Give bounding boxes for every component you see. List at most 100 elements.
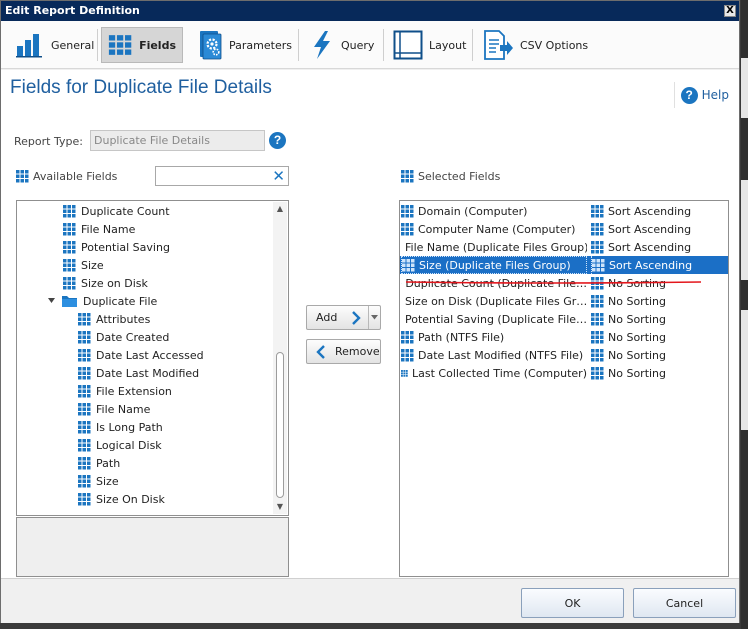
help-button[interactable]: ? Help xyxy=(673,82,729,108)
sort-order-cell[interactable]: No Sorting xyxy=(591,364,727,382)
selected-field-row[interactable]: Date Last Modified (NTFS File) No Sorting xyxy=(400,346,728,364)
available-fields-search-input[interactable]: ✕ xyxy=(155,166,289,186)
tree-item[interactable]: Path xyxy=(78,454,120,472)
tree-folder[interactable]: Duplicate File xyxy=(48,292,157,310)
chevron-left-icon xyxy=(316,344,325,359)
ok-button[interactable]: OK xyxy=(521,588,624,618)
scroll-up-arrow-icon[interactable]: ▲ xyxy=(273,202,287,216)
add-button[interactable]: Add xyxy=(306,305,381,330)
field-grid-icon xyxy=(591,204,604,217)
field-grid-icon xyxy=(63,258,76,271)
selected-field-row[interactable]: Computer Name (Computer) Sort Ascending xyxy=(400,220,728,238)
scroll-down-arrow-icon[interactable]: ▼ xyxy=(273,500,287,514)
field-grid-icon xyxy=(591,222,604,235)
sort-order-cell[interactable]: Sort Ascending xyxy=(591,220,727,238)
field-grid-icon xyxy=(78,384,91,397)
dialog-footer: OK Cancel xyxy=(1,578,739,623)
collapse-arrow-icon[interactable] xyxy=(48,297,56,305)
field-grid-icon xyxy=(401,204,414,217)
scrollbar-thumb[interactable] xyxy=(276,352,284,498)
sort-order-cell[interactable]: No Sorting xyxy=(591,292,727,310)
add-dropdown-arrow-icon[interactable] xyxy=(368,306,380,329)
grid-icon xyxy=(108,35,132,55)
field-grid-icon xyxy=(78,474,91,487)
available-fields-tree[interactable]: Duplicate Count File Name Potential Saving… xyxy=(16,200,289,516)
fields-panel: Fields for Duplicate File Details ? Help… xyxy=(1,70,739,578)
tree-item[interactable]: Duplicate Count xyxy=(63,202,170,220)
tab-query[interactable]: Query xyxy=(303,27,380,63)
sort-order-cell[interactable]: Sort Ascending xyxy=(591,202,727,220)
selected-field-name: Last Collected Time (Computer) xyxy=(412,366,587,380)
tree-item[interactable]: Size On Disk xyxy=(78,490,165,508)
tab-general[interactable]: General xyxy=(9,27,100,63)
selected-field-row[interactable]: Potential Saving (Duplicate File… No Sort… xyxy=(400,310,728,328)
tree-item[interactable]: Date Created xyxy=(78,328,169,346)
selected-field-cell: File Name (Duplicate Files Group) xyxy=(401,238,587,256)
selected-field-row[interactable]: Size on Disk (Duplicate Files Gr… No Sort… xyxy=(400,292,728,310)
field-description-box xyxy=(16,517,289,577)
field-grid-icon xyxy=(63,240,76,253)
tree-item[interactable]: Potential Saving xyxy=(63,238,170,256)
tab-fields[interactable]: Fields xyxy=(101,27,183,63)
selected-field-cell: Last Collected Time (Computer) xyxy=(401,364,587,382)
page-title: Fields for Duplicate File Details xyxy=(10,77,272,98)
close-button[interactable]: X xyxy=(724,5,736,17)
tree-item-label: Size xyxy=(96,474,119,488)
tree-item-label: Size xyxy=(81,258,104,272)
tree-item[interactable]: Logical Disk xyxy=(78,436,162,454)
selected-field-cell: Computer Name (Computer) xyxy=(401,220,587,238)
sort-order-cell[interactable]: No Sorting xyxy=(591,310,727,328)
tree-item[interactable]: Date Last Modified xyxy=(78,364,199,382)
tree-item[interactable]: Attributes xyxy=(78,310,150,328)
folder-icon xyxy=(62,296,77,307)
tab-parameters[interactable]: Parameters xyxy=(191,27,298,63)
cancel-button[interactable]: Cancel xyxy=(633,588,736,618)
selected-field-row[interactable]: Size (Duplicate Files Group) Sort Ascendi… xyxy=(400,256,728,274)
report-type-help-icon[interactable]: ? xyxy=(269,132,286,149)
selected-fields-list[interactable]: Domain (Computer) Sort Ascending Computer … xyxy=(399,200,729,577)
tab-fields-label: Fields xyxy=(139,38,176,52)
tab-csv-options[interactable]: CSV Options xyxy=(476,27,594,63)
ribbon-separator xyxy=(472,29,473,61)
selected-field-row[interactable]: File Name (Duplicate Files Group) Sort As… xyxy=(400,238,728,256)
selected-field-row[interactable]: Last Collected Time (Computer) No Sorting xyxy=(400,364,728,382)
tab-layout-label: Layout xyxy=(429,38,467,52)
available-fields-label: Available Fields xyxy=(33,170,118,183)
selected-field-row[interactable]: Path (NTFS File) No Sorting xyxy=(400,328,728,346)
selected-field-cell: Date Last Modified (NTFS File) xyxy=(401,346,587,364)
sort-order-cell[interactable]: No Sorting xyxy=(591,328,727,346)
tree-scrollbar[interactable]: ▲ ▼ xyxy=(273,202,287,514)
clear-search-icon[interactable]: ✕ xyxy=(272,168,285,184)
tree-item[interactable]: File Name xyxy=(78,400,150,418)
remove-button[interactable]: Remove xyxy=(306,339,381,364)
layout-icon xyxy=(393,30,423,60)
field-grid-icon xyxy=(78,492,91,505)
tree-item[interactable]: Date Last Accessed xyxy=(78,346,204,364)
tab-csv-options-label: CSV Options xyxy=(520,38,589,52)
field-grid-icon xyxy=(401,348,414,361)
field-grid-icon xyxy=(63,276,76,289)
tree-item[interactable]: Size xyxy=(78,472,119,490)
sort-order-cell[interactable]: Sort Ascending xyxy=(591,238,727,256)
tree-item[interactable]: File Name xyxy=(63,220,135,238)
tree-item-label: Date Last Accessed xyxy=(96,348,204,362)
tree-item-label: Path xyxy=(96,456,121,470)
tree-item[interactable]: Is Long Path xyxy=(78,418,163,436)
selected-field-row[interactable]: Domain (Computer) Sort Ascending xyxy=(400,202,728,220)
background-window-edge xyxy=(741,310,748,430)
field-grid-icon xyxy=(402,258,415,271)
sort-order-cell[interactable]: Sort Ascending xyxy=(591,256,727,274)
ribbon-separator xyxy=(97,29,98,61)
selected-field-name: Domain (Computer) xyxy=(418,204,528,218)
sort-order-cell[interactable]: No Sorting xyxy=(591,346,727,364)
sort-order-label: No Sorting xyxy=(608,348,667,362)
field-grid-icon xyxy=(591,348,604,361)
tab-layout[interactable]: Layout xyxy=(387,27,472,63)
tree-item[interactable]: File Extension xyxy=(78,382,172,400)
tree-item[interactable]: Size on Disk xyxy=(63,274,148,292)
selected-field-cell: Path (NTFS File) xyxy=(401,328,587,346)
field-grid-icon xyxy=(78,330,91,343)
tree-item[interactable]: Size xyxy=(63,256,104,274)
field-grid-icon xyxy=(78,312,91,325)
field-grid-icon xyxy=(401,330,414,343)
